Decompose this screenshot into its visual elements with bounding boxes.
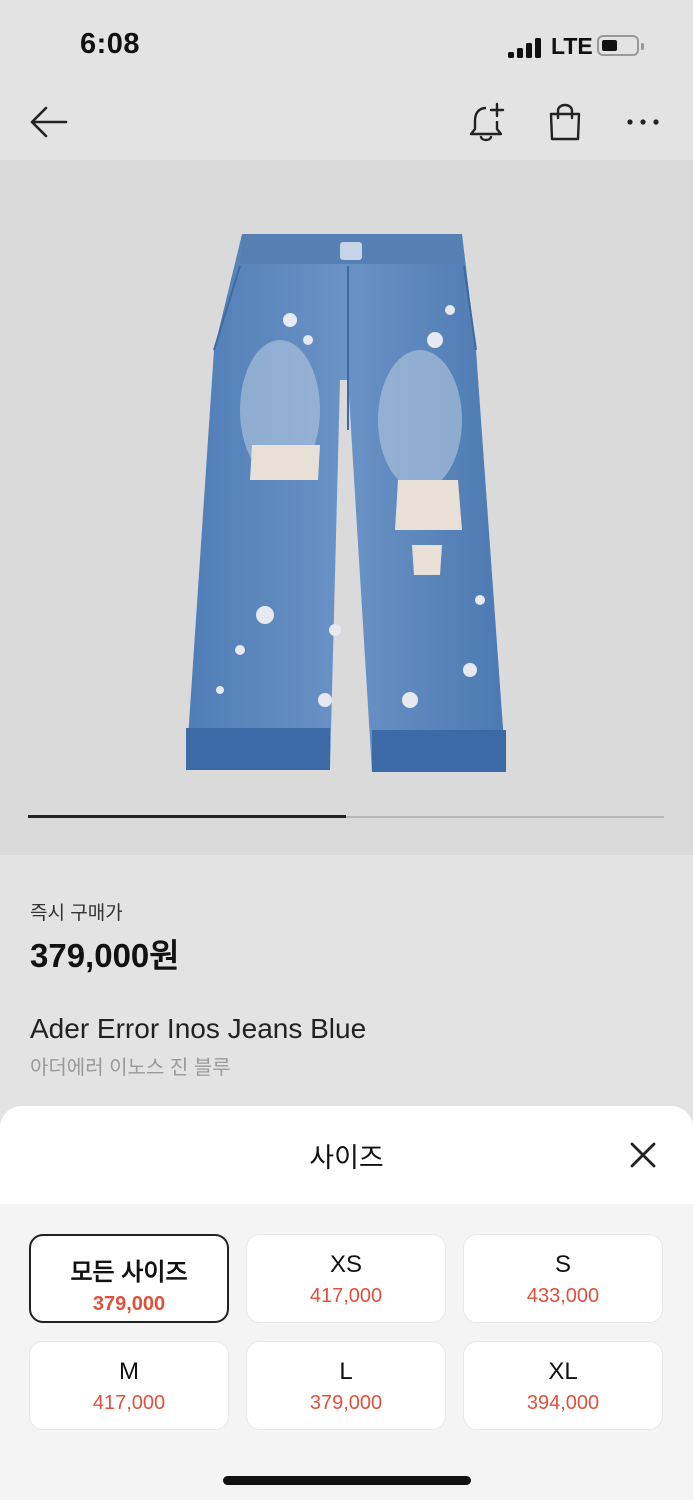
size-price: 417,000 (309, 1285, 383, 1307)
size-label: S (554, 1251, 571, 1278)
size-option-m[interactable]: M 417,000 (29, 1341, 229, 1430)
price-label: 즉시 구매가 (30, 903, 123, 924)
status-bar: 6:08 LTE (0, 0, 693, 90)
more-icon[interactable] (626, 118, 660, 126)
jeans-image (186, 234, 506, 772)
size-price: 379,000 (309, 1392, 383, 1414)
product-price: 379,000원 (30, 937, 180, 974)
size-label: XS (329, 1251, 362, 1278)
battery-icon (597, 35, 644, 56)
product-image-area[interactable] (0, 160, 693, 855)
shopping-bag-icon[interactable] (546, 102, 584, 142)
product-name-en: Ader Error Inos Jeans Blue (30, 1013, 367, 1044)
size-bottom-sheet: 사이즈 모든 사이즈 379,000 XS 417,000 S 433,000 … (0, 1106, 693, 1500)
size-label: XL (548, 1358, 578, 1385)
size-label: L (339, 1358, 353, 1385)
close-icon[interactable] (628, 1140, 658, 1170)
back-arrow-icon[interactable] (28, 104, 70, 140)
size-price: 379,000 (92, 1293, 166, 1315)
size-price: 394,000 (526, 1392, 600, 1414)
status-time: 6:08 (80, 28, 141, 60)
sheet-header: 사이즈 (0, 1106, 693, 1204)
size-option-l[interactable]: L 379,000 (246, 1341, 446, 1430)
size-price: 433,000 (526, 1285, 600, 1307)
size-label: M (119, 1358, 139, 1385)
size-option-xl[interactable]: XL 394,000 (463, 1341, 663, 1430)
signal-icon (508, 38, 542, 58)
size-option-s[interactable]: S 433,000 (463, 1234, 663, 1323)
bell-plus-icon[interactable] (466, 100, 508, 144)
size-option-xs[interactable]: XS 417,000 (246, 1234, 446, 1323)
gallery-indicator (28, 815, 664, 818)
size-option-all[interactable]: 모든 사이즈 379,000 (29, 1234, 229, 1323)
sheet-title: 사이즈 (309, 1143, 384, 1173)
gallery-indicator-fill (28, 815, 346, 818)
size-price: 417,000 (92, 1392, 166, 1414)
top-nav (0, 90, 693, 160)
home-indicator[interactable] (223, 1476, 471, 1485)
network-label: LTE (551, 33, 593, 59)
size-label: 모든 사이즈 (70, 1259, 188, 1286)
product-name-ko: 아더에러 이노스 진 블루 (30, 1057, 231, 1079)
